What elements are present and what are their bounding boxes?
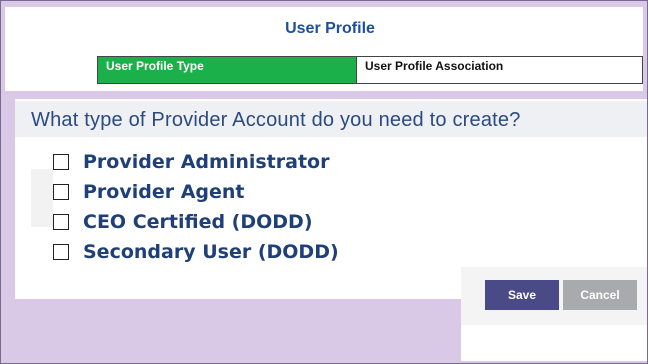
checkbox[interactable] [53,184,69,200]
option-label: CEO Certified (DODD) [83,211,313,233]
option-ceo-certified[interactable]: CEO Certified (DODD) [53,207,339,237]
option-label: Provider Agent [83,181,245,203]
option-provider-administrator[interactable]: Provider Administrator [53,147,339,177]
option-provider-agent[interactable]: Provider Agent [53,177,339,207]
cancel-button[interactable]: Cancel [563,280,637,310]
tab-user-profile-type[interactable]: User Profile Type [98,57,356,83]
question-bar: What type of Provider Account do you nee… [15,101,647,137]
tab-user-profile-association[interactable]: User Profile Association [356,57,642,83]
button-bar: Save Cancel [461,267,647,325]
checkbox[interactable] [53,154,69,170]
question-text: What type of Provider Account do you nee… [31,109,521,131]
option-label: Secondary User (DODD) [83,241,339,263]
checkbox[interactable] [53,244,69,260]
decorative-shade [31,169,53,227]
account-type-options: Provider Administrator Provider Agent CE… [53,147,339,267]
option-label: Provider Administrator [83,151,330,173]
save-button[interactable]: Save [485,280,559,310]
page-title: User Profile [271,16,389,42]
window-frame: User Profile User Profile Type User Prof… [0,0,648,364]
button-area: Save Cancel [461,267,647,361]
option-secondary-user[interactable]: Secondary User (DODD) [53,237,339,267]
header-panel: User Profile User Profile Type User Prof… [5,7,643,91]
checkbox[interactable] [53,214,69,230]
profile-tabs: User Profile Type User Profile Associati… [97,56,643,84]
